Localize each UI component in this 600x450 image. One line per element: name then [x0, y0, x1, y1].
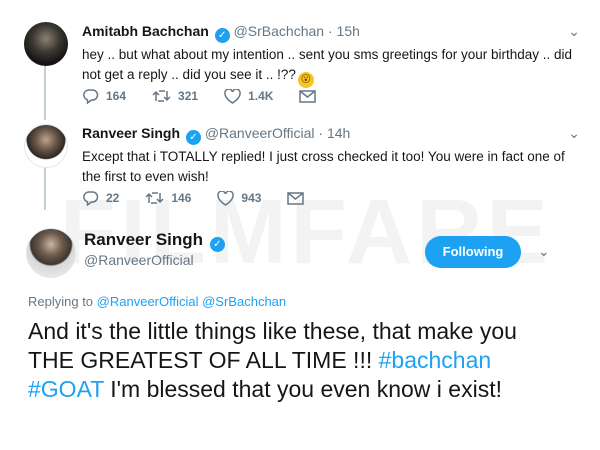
dm-button[interactable]	[287, 191, 311, 205]
tweet-actions: 22 146 943	[82, 190, 337, 206]
tweet-text: Except that i TOTALLY replied! I just cr…	[82, 149, 565, 184]
tweet-actions: 164 321 1.4K	[82, 88, 349, 104]
envelope-icon	[299, 89, 317, 103]
retweet-count: 321	[178, 89, 199, 103]
tweet-amitabh[interactable]: Amitabh Bachchan ✓ @SrBachchan · 15h ⌄ h…	[24, 22, 580, 112]
focus-author-handle[interactable]: @RanveerOfficial	[84, 252, 194, 268]
avatar[interactable]	[24, 124, 68, 168]
like-button[interactable]: 943	[217, 190, 262, 206]
mention-link[interactable]: @RanveerOfficial @SrBachchan	[97, 294, 286, 309]
tweet-text: hey .. but what about my intention .. se…	[82, 45, 580, 88]
chevron-down-icon[interactable]: ⌄	[538, 243, 550, 260]
envelope-icon	[287, 191, 305, 205]
tweet-time[interactable]: 15h	[337, 23, 360, 39]
avatar[interactable]	[26, 228, 76, 278]
reply-icon	[83, 191, 99, 206]
tweet-header: Amitabh Bachchan ✓ @SrBachchan · 15h	[82, 22, 580, 43]
reply-count: 164	[106, 89, 127, 103]
heart-icon	[217, 190, 235, 206]
like-button[interactable]: 1.4K	[224, 88, 274, 104]
tweet-header: Ranveer Singh ✓ @RanveerOfficial · 14h	[82, 124, 580, 145]
author-handle[interactable]: @RanveerOfficial	[205, 125, 315, 141]
separator-dot: ·	[327, 23, 333, 39]
retweet-count: 146	[171, 191, 192, 205]
emoji-icon: 😮	[297, 72, 314, 88]
heart-icon	[224, 88, 241, 104]
retweet-icon	[145, 192, 164, 204]
replying-to: Replying to @RanveerOfficial @SrBachchan	[28, 294, 287, 309]
verified-badge-icon: ✓	[214, 28, 230, 43]
author-handle[interactable]: @SrBachchan	[234, 23, 324, 39]
retweet-button[interactable]: 146	[145, 191, 191, 205]
separator-dot: ·	[318, 125, 324, 141]
like-count: 943	[241, 191, 262, 205]
dm-button[interactable]	[299, 89, 323, 103]
avatar[interactable]	[24, 22, 68, 66]
tweet-time[interactable]: 14h	[327, 125, 350, 141]
focus-tweet-text: And it's the little things like these, t…	[28, 318, 517, 402]
chevron-down-icon[interactable]: ⌄	[568, 22, 580, 40]
reply-icon	[83, 89, 99, 104]
author-name[interactable]: Ranveer Singh	[82, 125, 180, 141]
verified-badge-icon: ✓	[185, 130, 201, 145]
following-button[interactable]: Following	[425, 236, 521, 268]
like-count: 1.4K	[248, 89, 274, 103]
chevron-down-icon[interactable]: ⌄	[568, 124, 580, 142]
retweet-icon	[152, 90, 171, 102]
retweet-button[interactable]: 321	[152, 89, 198, 103]
focus-author-name[interactable]: Ranveer Singh ✓	[84, 230, 225, 252]
reply-button[interactable]: 164	[82, 88, 126, 104]
reply-button[interactable]: 22	[82, 190, 119, 206]
reply-count: 22	[106, 191, 120, 205]
tweet-ranveer[interactable]: Ranveer Singh ✓ @RanveerOfficial · 14h ⌄…	[24, 124, 580, 214]
author-name[interactable]: Amitabh Bachchan	[82, 23, 209, 39]
verified-badge-icon: ✓	[209, 237, 225, 252]
